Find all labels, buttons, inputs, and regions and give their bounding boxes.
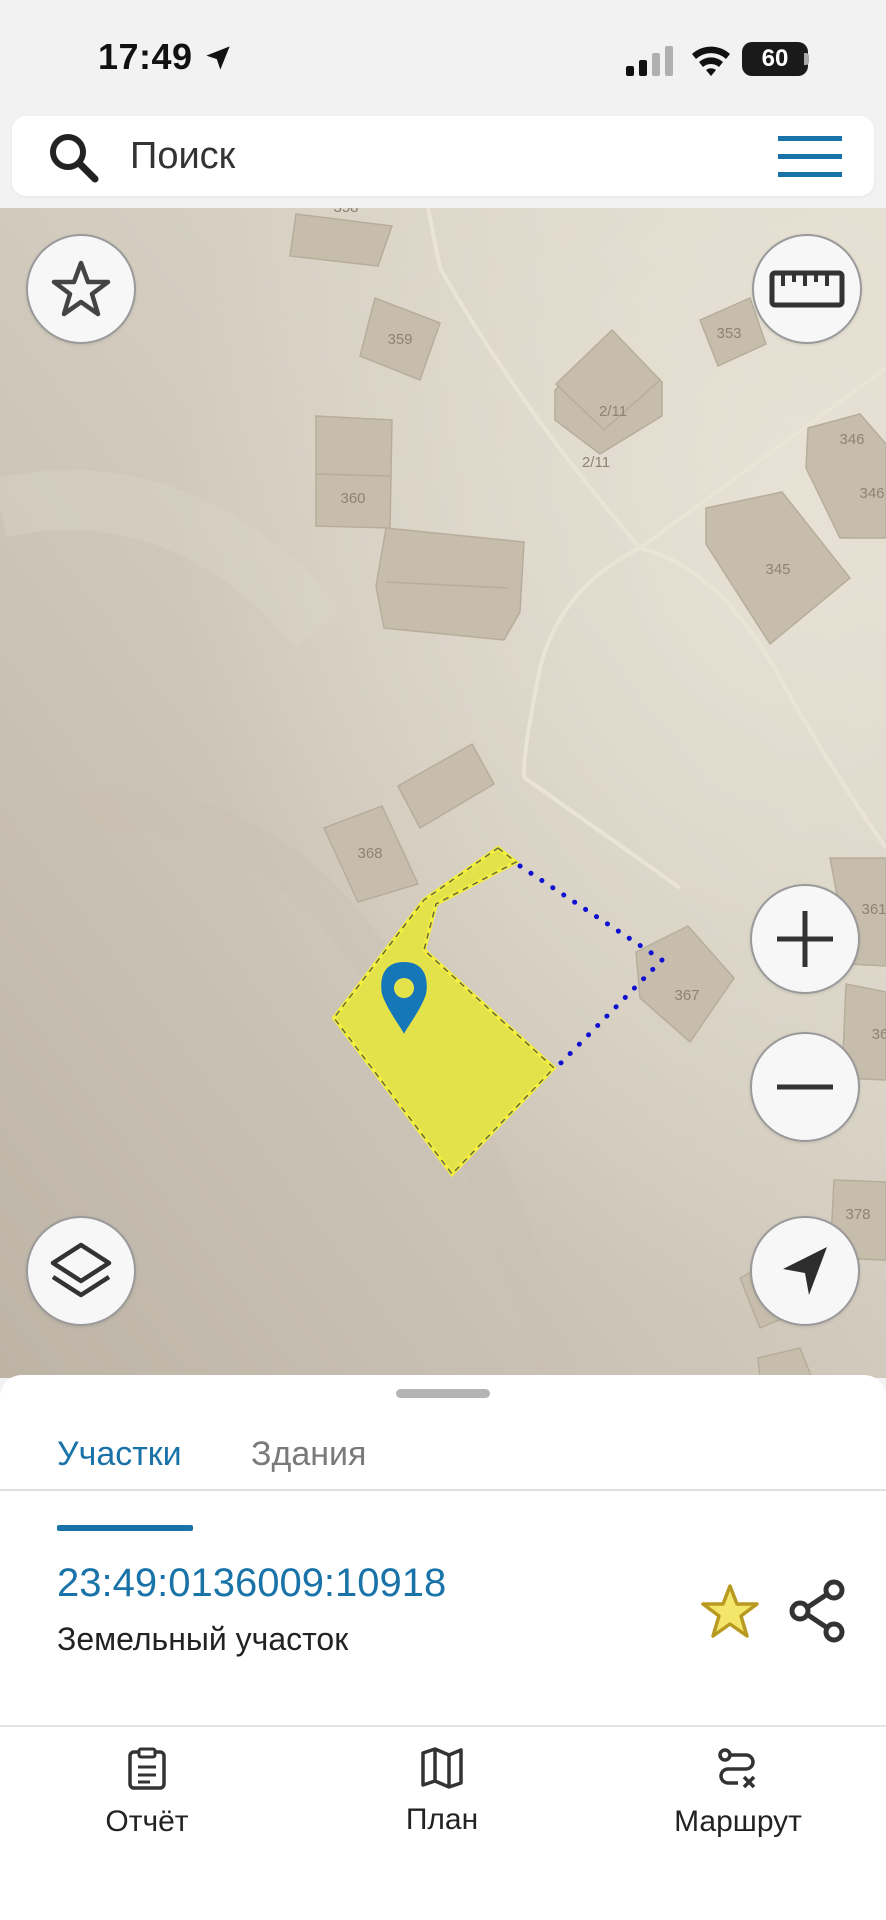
favorite-star-icon[interactable] [700,1583,760,1641]
building-label: 368 [357,845,382,862]
building-label: 361 [861,901,886,918]
active-tab-indicator [57,1525,193,1531]
search-icon[interactable] [46,130,100,184]
building-label: 360 [340,490,365,507]
battery-level: 60 [761,45,789,72]
ruler-button[interactable] [752,234,862,344]
wifi-icon [692,46,730,76]
tab-plots[interactable]: Участки [57,1435,182,1474]
building-label: 346 [839,431,864,448]
map-canvas[interactable]: 358 359 353 2/11 2/11 346 346 360 345 36… [0,208,886,1378]
building-label: 2/11 [582,454,610,471]
layers-button[interactable] [26,1216,136,1326]
route-icon [718,1748,756,1789]
status-time: 17:49 [98,36,193,77]
parcel-cadastral-number[interactable]: 23:49:0136009:10918 [57,1561,446,1606]
ruler-icon [769,270,845,308]
battery-icon: 60 [742,42,808,76]
sheet-handle[interactable] [396,1389,490,1398]
building-label: 345 [765,561,790,578]
navigation-arrow-icon [783,1247,827,1295]
parcel-type: Земельный участок [57,1621,349,1657]
bottom-sheet[interactable]: Участки Здания 23:49:0136009:10918 Земел… [0,1375,886,1920]
nav-route-label: Маршрут [674,1805,802,1838]
search-input[interactable] [130,130,650,182]
menu-icon[interactable] [778,136,842,178]
layers-icon [50,1242,112,1298]
location-arrow-icon [206,46,230,70]
building-label: 36 [872,1026,886,1043]
nav-plan[interactable]: План [332,1747,552,1857]
map-view[interactable]: 358 359 353 2/11 2/11 346 346 360 345 36… [0,208,886,1378]
nav-plan-label: План [405,1803,479,1836]
tabs: Участки Здания [0,1415,886,1531]
building-label: 359 [387,331,412,348]
plus-icon [777,911,833,967]
star-outline-icon [51,260,111,317]
minus-icon [777,1084,833,1090]
building-label: 346 [859,485,884,502]
nav-report-label: Отчёт [105,1805,189,1838]
building-label: 353 [716,325,741,342]
zoom-in-button[interactable] [750,884,860,994]
bottom-nav: Отчёт План Маршрут [0,1727,886,1920]
building-label: 2/11 [599,403,627,420]
building-label: 367 [674,987,699,1004]
status-bar: 17:49 60 [0,0,886,110]
building-label: 378 [845,1206,870,1223]
share-icon[interactable] [788,1579,848,1643]
favorites-button[interactable] [26,234,136,344]
battery-tip [804,53,809,65]
cellular-signal-icon [626,46,673,76]
nav-report[interactable]: Отчёт [37,1747,257,1857]
nav-route[interactable]: Маршрут [628,1747,848,1857]
search-bar[interactable] [12,116,874,196]
my-location-button[interactable] [750,1216,860,1326]
tab-buildings[interactable]: Здания [251,1435,366,1474]
clipboard-icon [128,1747,166,1790]
map-icon [421,1747,463,1789]
zoom-out-button[interactable] [750,1032,860,1142]
building-label: 358 [333,208,358,216]
